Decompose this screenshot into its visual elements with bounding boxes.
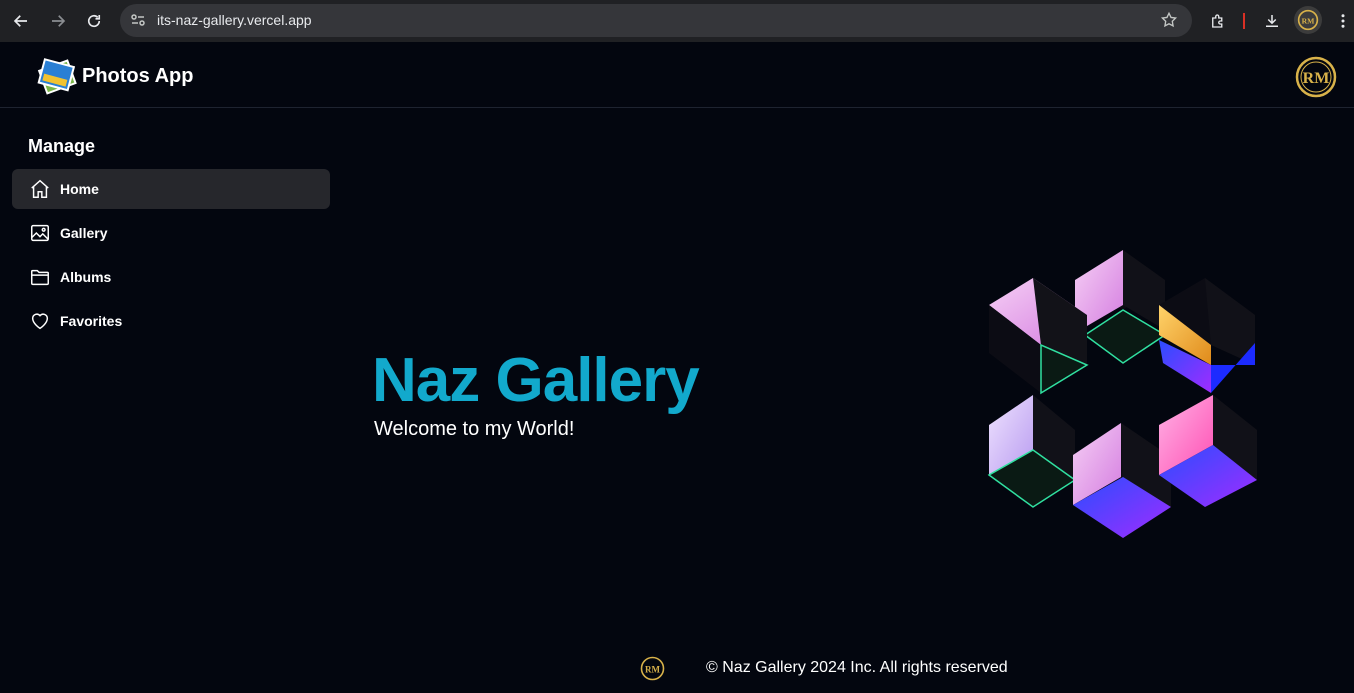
cube [1159, 395, 1257, 507]
sidebar: Manage Home Gallery Albums Favorites [0, 108, 345, 608]
forward-icon[interactable] [46, 9, 70, 33]
url-text[interactable]: its-naz-gallery.vercel.app [157, 12, 312, 28]
sidebar-item-favorites[interactable]: Favorites [12, 301, 330, 341]
cube [1073, 423, 1171, 538]
app-header: Photos App RM [0, 43, 1354, 108]
hero-subtitle: Welcome to my World! [374, 418, 575, 440]
download-icon[interactable] [1260, 9, 1284, 33]
browser-profile-avatar[interactable]: RM [1294, 6, 1322, 34]
heart-icon [29, 310, 51, 332]
app-title[interactable]: Photos App [82, 65, 193, 88]
folder-icon [29, 266, 51, 288]
sidebar-item-home[interactable]: Home [12, 169, 330, 209]
svg-text:RM: RM [1302, 16, 1316, 25]
bookmark-star-icon[interactable] [1160, 11, 1178, 29]
cube [989, 278, 1089, 395]
address-bar[interactable]: its-naz-gallery.vercel.app [120, 4, 1192, 37]
footer-copyright: © Naz Gallery 2024 Inc. All rights reser… [706, 659, 1008, 676]
browser-toolbar: its-naz-gallery.vercel.app RM [0, 0, 1354, 42]
back-icon[interactable] [9, 9, 33, 33]
kebab-menu-icon[interactable] [1331, 9, 1354, 33]
image-icon [29, 222, 51, 244]
photos-app-logo[interactable] [34, 53, 80, 99]
footer-logo: RM [640, 656, 665, 681]
user-avatar[interactable]: RM [1294, 55, 1338, 99]
cube [1159, 278, 1255, 393]
site-info-icon[interactable] [130, 12, 146, 28]
svg-text:RM: RM [1303, 70, 1330, 87]
svg-text:RM: RM [645, 665, 660, 675]
cube [1075, 250, 1167, 364]
sidebar-item-gallery[interactable]: Gallery [12, 213, 330, 253]
sidebar-item-label: Favorites [60, 313, 123, 329]
cube [987, 395, 1077, 508]
sidebar-item-albums[interactable]: Albums [12, 257, 330, 297]
sidebar-item-label: Home [60, 181, 99, 197]
extensions-icon[interactable] [1206, 9, 1230, 33]
sidebar-item-label: Albums [60, 269, 112, 285]
toolbar-divider [1243, 13, 1245, 29]
hero-cubes-illustration [975, 245, 1270, 545]
home-icon [29, 178, 51, 200]
hero-title: Naz Gallery [372, 346, 700, 415]
reload-icon[interactable] [82, 9, 106, 33]
sidebar-heading: Manage [28, 136, 96, 156]
sidebar-item-label: Gallery [60, 225, 108, 241]
